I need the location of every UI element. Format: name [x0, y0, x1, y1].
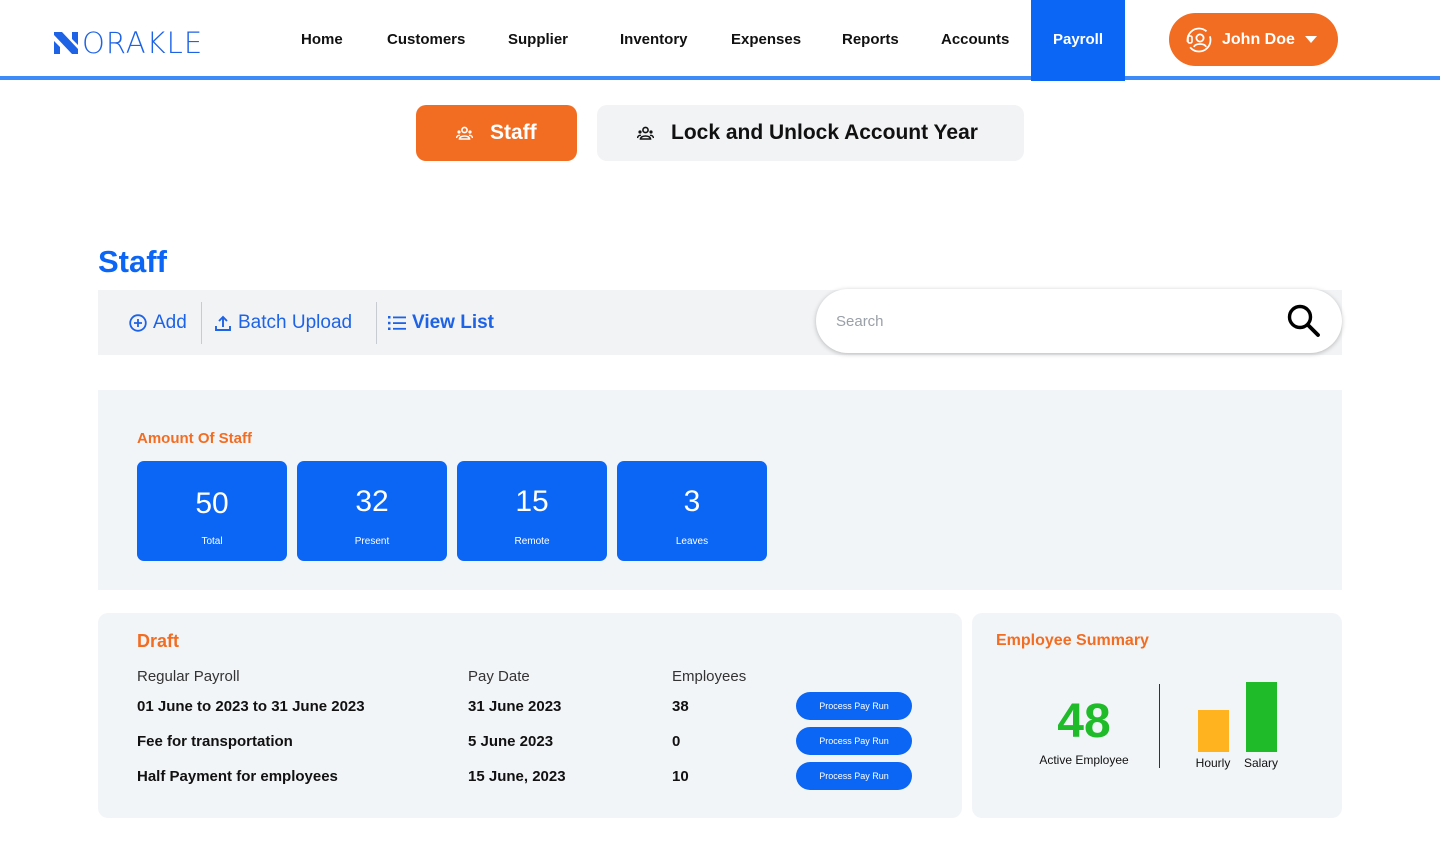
brand-name: ORAKLE — [82, 26, 204, 60]
stat-card-total[interactable]: 50 Total — [137, 461, 287, 561]
nav-item-expenses[interactable]: Expenses — [731, 0, 801, 80]
batch-upload-label: Batch Upload — [238, 311, 353, 333]
stat-label: Remote — [514, 536, 550, 547]
bar-salary — [1246, 682, 1277, 752]
draft-row-employees: 10 — [672, 768, 689, 785]
stat-card-present[interactable]: 32 Present — [297, 461, 447, 561]
active-employee-label: Active Employee — [1039, 753, 1129, 767]
stat-label: Total — [201, 536, 223, 547]
draft-row-employees: 38 — [672, 698, 689, 715]
draft-row-name: Fee for transportation — [137, 733, 293, 750]
stat-value: 15 — [515, 485, 549, 518]
nav-item-payroll[interactable]: Payroll — [1031, 0, 1125, 81]
column-header-regular-payroll: Regular Payroll — [137, 668, 240, 685]
bar-label-hourly: Hourly — [1195, 756, 1231, 770]
nav-item-inventory[interactable]: Inventory — [620, 0, 688, 80]
upload-icon — [215, 315, 231, 331]
draft-row-pay-date: 5 June 2023 — [468, 733, 554, 750]
tab-lock-unlock-account-year[interactable]: Lock and Unlock Account Year — [597, 105, 1024, 161]
process-pay-run-button[interactable]: Process Pay Run — [796, 692, 912, 720]
group-icon — [456, 126, 473, 140]
column-header-pay-date: Pay Date — [468, 668, 530, 685]
bar-label-salary: Salary — [1243, 756, 1278, 770]
logo-mark-icon — [54, 32, 78, 54]
stat-card-remote[interactable]: 15 Remote — [457, 461, 607, 561]
draft-row-pay-date: 15 June, 2023 — [468, 768, 566, 785]
view-list-button[interactable]: View List — [388, 290, 494, 355]
stat-value: 50 — [195, 487, 229, 520]
employee-summary-title: Employee Summary — [996, 632, 1149, 649]
bar-hourly — [1198, 710, 1229, 752]
batch-upload-button[interactable]: Batch Upload — [214, 290, 352, 355]
draft-row-employees: 0 — [672, 733, 681, 750]
search-icon[interactable] — [1286, 303, 1322, 339]
stat-value: 32 — [355, 485, 389, 518]
stat-value: 3 — [683, 485, 701, 518]
stat-label: Present — [354, 536, 390, 547]
list-icon — [388, 315, 406, 330]
add-circle-icon — [129, 313, 147, 332]
user-support-icon — [1186, 27, 1212, 52]
nav-item-customers[interactable]: Customers — [387, 0, 465, 80]
page-title: Staff — [98, 244, 167, 279]
brand-logo[interactable]: ORAKLE — [52, 28, 203, 58]
amount-of-staff-heading: Amount Of Staff — [137, 430, 252, 447]
nav-item-accounts[interactable]: Accounts — [941, 0, 1009, 80]
add-button[interactable]: Add — [129, 290, 187, 355]
process-pay-run-button[interactable]: Process Pay Run — [796, 762, 912, 790]
search-box — [816, 289, 1342, 353]
toolbar-divider — [201, 302, 202, 344]
top-navigation-bar: ORAKLE Home Customers Supplier Inventory… — [0, 0, 1440, 81]
chevron-down-icon — [1304, 36, 1317, 43]
search-input[interactable] — [836, 305, 1276, 337]
draft-row-name: 01 June to 2023 to 31 June 2023 — [137, 698, 365, 715]
column-header-employees: Employees — [672, 668, 747, 685]
stat-label: Leaves — [675, 536, 709, 547]
tab-staff[interactable]: Staff — [416, 105, 577, 161]
draft-row-name: Half Payment for employees — [137, 768, 338, 785]
process-pay-run-button[interactable]: Process Pay Run — [796, 727, 912, 755]
add-label: Add — [153, 311, 187, 333]
nav-item-home[interactable]: Home — [301, 0, 343, 80]
view-list-label: View List — [412, 311, 495, 333]
user-menu-button[interactable]: John Doe — [1169, 13, 1338, 66]
tab-staff-label: Staff — [490, 121, 537, 144]
draft-title: Draft — [137, 631, 180, 651]
user-name: John Doe — [1222, 30, 1295, 48]
tab-lock-label: Lock and Unlock Account Year — [671, 121, 978, 144]
stat-card-leaves[interactable]: 3 Leaves — [617, 461, 767, 561]
group-icon — [637, 126, 654, 140]
summary-divider — [1159, 684, 1160, 768]
draft-row-pay-date: 31 June 2023 — [468, 698, 562, 715]
toolbar-divider — [376, 302, 377, 344]
nav-item-supplier[interactable]: Supplier — [508, 0, 568, 80]
nav-item-reports[interactable]: Reports — [842, 0, 899, 80]
active-employee-count: 48 — [1057, 695, 1111, 748]
